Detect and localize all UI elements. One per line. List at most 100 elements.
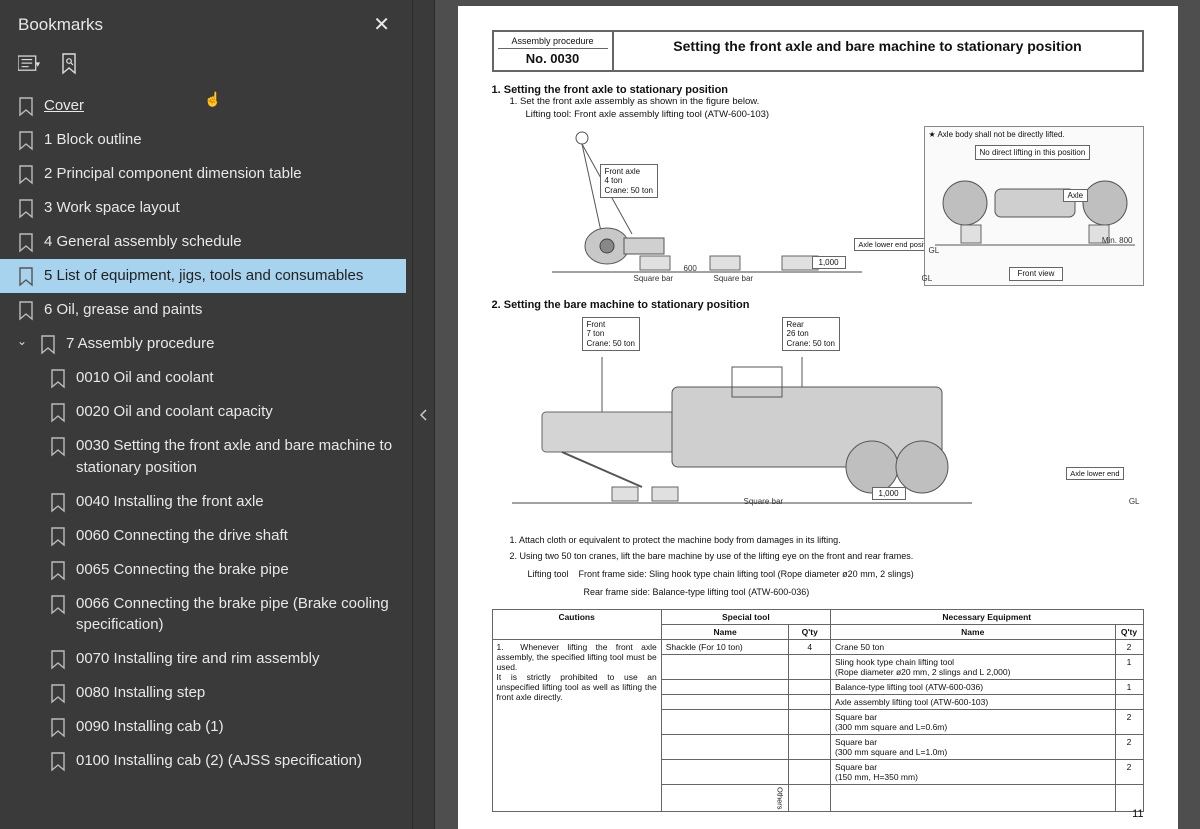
bookmark-item[interactable]: 0070 Installing tire and rim assembly [0,642,406,676]
bookmark-icon [50,561,66,581]
equip-name: Square bar (150 mm, H=350 mm) [831,759,1116,784]
bookmark-icon [18,301,34,321]
sec1-side-figure [492,126,910,286]
sec1-dim1000: 1,000 [812,256,846,270]
bookmark-label: 0090 Installing cab (1) [76,716,396,738]
bookmark-label: 0070 Installing tire and rim assembly [76,648,396,670]
page-number: 11 [1132,808,1143,820]
special-name [661,679,789,694]
bookmark-item[interactable]: 1 Block outline [0,123,406,157]
special-name [661,694,789,709]
bookmark-label: 7 Assembly procedure [66,333,396,355]
sec1-front-figure [925,159,1145,269]
bookmark-label: 3 Work space layout [44,197,396,219]
find-bookmark-icon[interactable] [58,53,80,75]
header-ap-label: Assembly procedure [498,36,608,46]
header-no: No. 0030 [498,48,608,66]
special-name [661,709,789,734]
special-qty [789,709,831,734]
note-1: 1. Attach cloth or equivalent to protect… [510,535,1144,545]
th-special: Special tool [661,609,830,624]
special-name [661,654,789,679]
bookmark-icon [18,97,34,117]
bookmark-icon [18,233,34,253]
bookmark-item[interactable]: ⌄ 7 Assembly procedure [0,327,406,361]
caution-cell: 1. Whenever lifting the front axle assem… [492,639,661,812]
sec2-title: 2. Setting the bare machine to stationar… [492,299,1144,311]
special-qty [789,654,831,679]
special-qty [789,679,831,694]
bottom-table: Cautions Special tool Necessary Equipmen… [492,609,1144,813]
bookmark-item[interactable]: 4 General assembly schedule [0,225,406,259]
bookmark-icon [40,335,56,355]
special-qty [789,759,831,784]
equip-qty: 1 [1115,654,1143,679]
bookmark-icon [50,718,66,738]
sec1-sqbar2: Square bar [714,274,754,283]
sidebar-toolbar: ▾ [0,43,412,87]
bookmark-icon [50,650,66,670]
bookmark-item[interactable]: 0080 Installing step [0,676,406,710]
sec2-axle-lower: Axle lower end [1066,467,1123,480]
bookmark-item[interactable]: 0100 Installing cab (2) (AJSS specificat… [0,744,406,778]
bookmark-label: 0100 Installing cab (2) (AJSS specificat… [76,750,396,772]
special-qty: 4 [789,639,831,654]
bookmark-item[interactable]: Cover [0,89,406,123]
sec1-line2: Lifting tool: Front axle assembly liftin… [526,109,1144,122]
bookmark-icon [50,684,66,704]
bookmark-item[interactable]: 0010 Oil and coolant [0,361,406,395]
chevron-down-icon[interactable]: ⌄ [14,333,30,350]
bookmark-label: 6 Oil, grease and paints [44,299,396,321]
collapse-handle[interactable] [413,0,435,829]
bookmark-icon [50,403,66,423]
equip-name: Sling hook type chain lifting tool (Rope… [831,654,1116,679]
bookmark-icon [50,437,66,457]
bookmark-item[interactable]: 0060 Connecting the drive shaft [0,519,406,553]
equip-qty: 1 [1115,679,1143,694]
bookmark-item[interactable]: 0066 Connecting the brake pipe (Brake co… [0,587,406,643]
bookmark-label: 5 List of equipment, jigs, tools and con… [44,265,396,287]
bookmark-icon [18,165,34,185]
document-viewport[interactable]: Assembly procedure No. 0030 Setting the … [435,0,1200,829]
special-name: Shackle (For 10 ton) [661,639,789,654]
special-qty [789,734,831,759]
others-label: Others [661,784,789,812]
bookmark-label: 1 Block outline [44,129,396,151]
table-row: 1. Whenever lifting the front axle assem… [492,639,1143,654]
th-cautions: Cautions [492,609,661,639]
bookmark-item[interactable]: 6 Oil, grease and paints [0,293,406,327]
sec1-min800: Min. 800 [1102,236,1133,245]
bookmark-icon [50,369,66,389]
bookmark-item[interactable]: 0030 Setting the front axle and bare mac… [0,429,406,485]
bookmarks-list[interactable]: ☝ Cover1 Block outline2 Principal compon… [0,87,412,829]
bookmark-item[interactable]: 0020 Oil and coolant capacity [0,395,406,429]
equip-name: Square bar (300 mm square and L=1.0m) [831,734,1116,759]
sec1-gl-front: GL [929,246,940,255]
bookmark-item[interactable]: 0065 Connecting the brake pipe [0,553,406,587]
bookmark-label: 4 General assembly schedule [44,231,396,253]
sec2-gl: GL [1129,497,1140,506]
bookmark-item[interactable]: 3 Work space layout [0,191,406,225]
bookmark-label: 0010 Oil and coolant [76,367,396,389]
bookmark-label: 0066 Connecting the brake pipe (Brake co… [76,593,396,637]
equip-qty [1115,694,1143,709]
bookmark-icon [50,595,66,615]
note-2: 2. Using two 50 ton cranes, lift the bar… [510,551,1144,561]
th-name2: Name [831,624,1116,639]
sec1-axle-label: Axle [1063,189,1089,203]
equip-qty: 2 [1115,734,1143,759]
bookmark-label: 0040 Installing the front axle [76,491,396,513]
outline-options-icon[interactable]: ▾ [18,53,40,75]
sec1-title: 1. Setting the front axle to stationary … [492,84,1144,96]
equip-qty: 2 [1115,759,1143,784]
close-icon[interactable]: ✕ [365,8,398,41]
bookmark-label: Cover [44,95,396,117]
th-qty1: Q'ty [789,624,831,639]
bookmark-item[interactable]: 0090 Installing cab (1) [0,710,406,744]
equip-qty: 2 [1115,639,1143,654]
bookmark-item[interactable]: 0040 Installing the front axle [0,485,406,519]
bookmark-item[interactable]: 5 List of equipment, jigs, tools and con… [0,259,406,293]
equip-name: Balance-type lifting tool (ATW-600-036) [831,679,1116,694]
equip-name: Square bar (300 mm square and L=0.6m) [831,709,1116,734]
bookmark-item[interactable]: 2 Principal component dimension table [0,157,406,191]
